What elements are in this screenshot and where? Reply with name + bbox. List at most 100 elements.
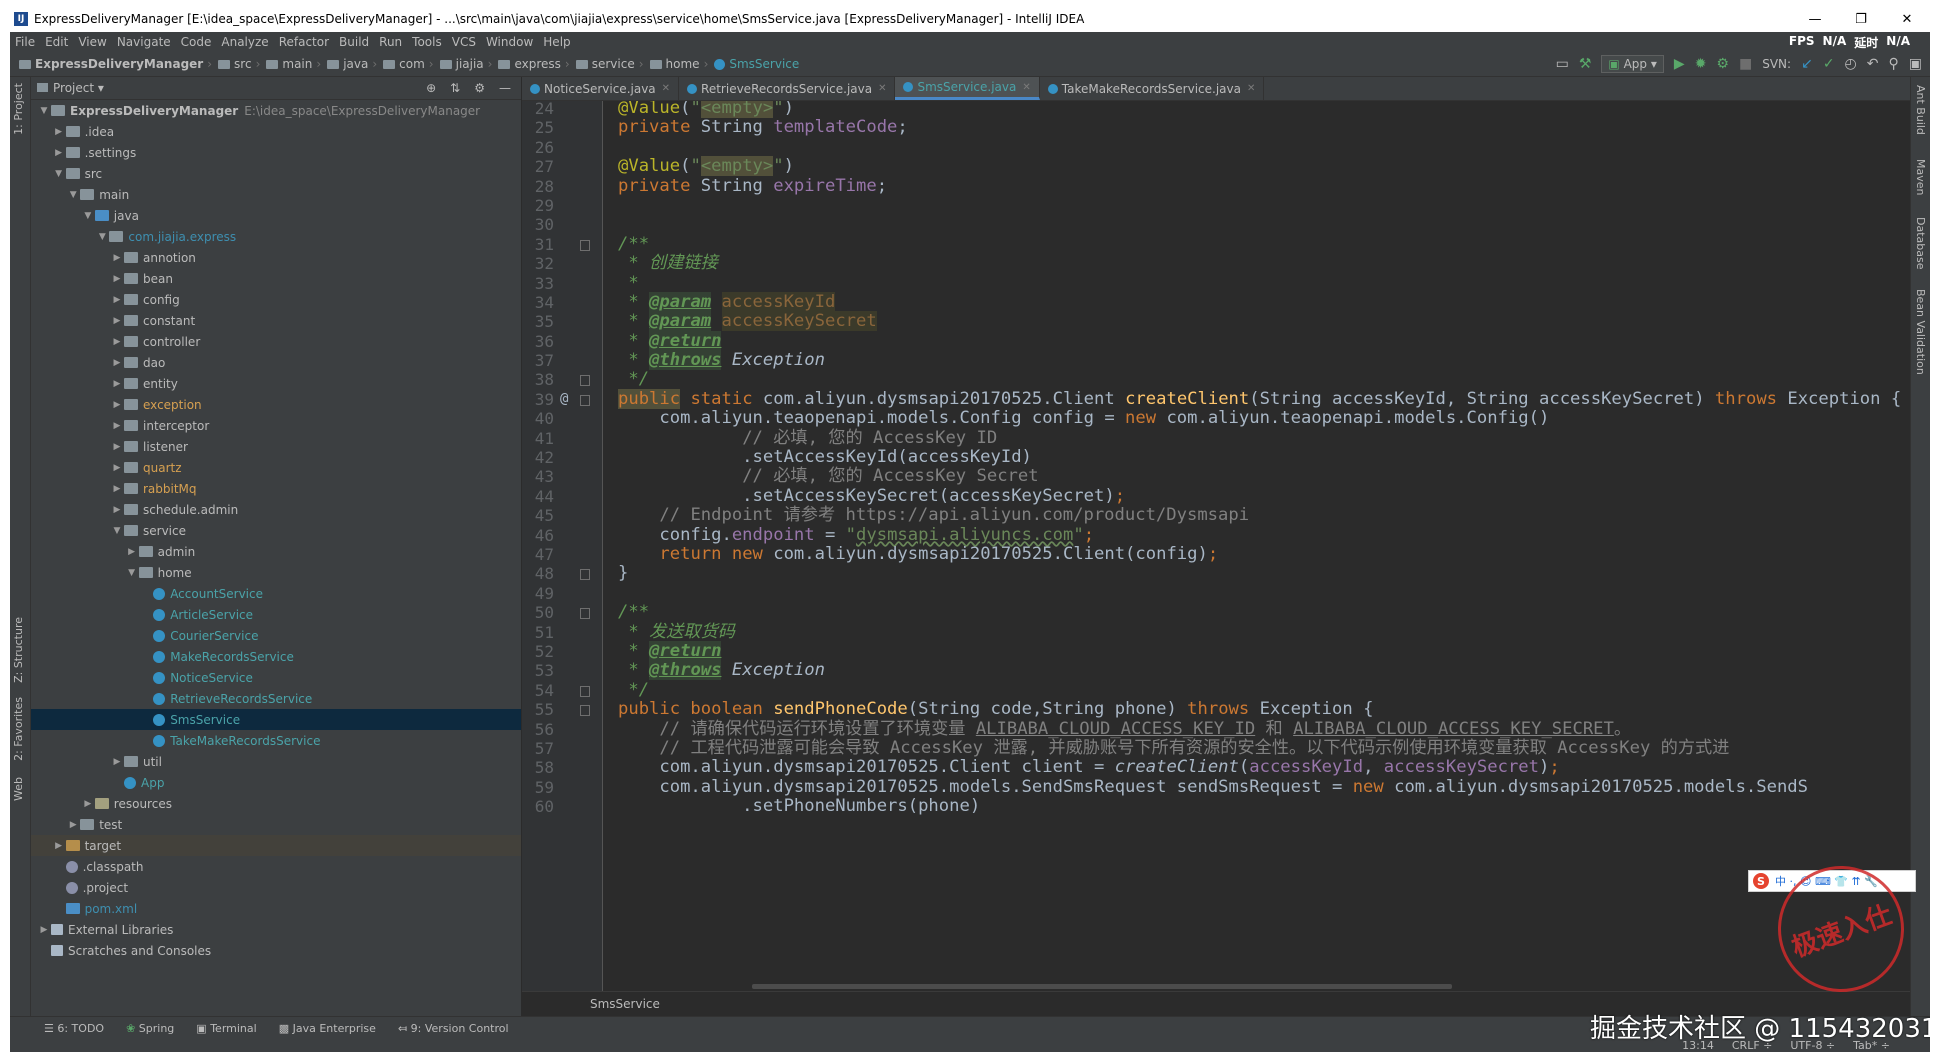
tree-item[interactable]: ▶ admin <box>31 541 521 562</box>
code-line[interactable]: 24 @Value("<empty>") <box>522 101 1910 118</box>
tool-structure[interactable]: Z: Structure <box>12 617 25 683</box>
menu-run[interactable]: Run <box>374 35 407 49</box>
minimize-button[interactable]: — <box>1792 12 1838 27</box>
tree-item[interactable]: TakeMakeRecordsService <box>31 730 521 751</box>
tree-item[interactable]: ▼ ExpressDeliveryManager E:\idea_space\Exp… <box>31 100 521 121</box>
code-line[interactable]: 37 * @throws Exception <box>522 350 1910 371</box>
collapsed-arrow-icon[interactable]: ▶ <box>110 757 124 767</box>
tree-item[interactable]: ▶ target <box>31 835 521 856</box>
code-line[interactable]: 35 * @param accessKeySecret <box>522 311 1910 332</box>
tree-item[interactable]: ▶ config <box>31 289 521 310</box>
breadcrumb-item[interactable]: SmsService <box>711 57 802 71</box>
code-line[interactable]: 59 com.aliyun.dysmsapi20170525.models.Se… <box>522 777 1910 797</box>
menu-code[interactable]: Code <box>176 35 217 49</box>
tree-item[interactable]: ▼ com.jiajia.express <box>31 226 521 247</box>
code-line[interactable]: 56 // 请确保代码运行环境设置了环境变量 ALIBABA_CLOUD_ACC… <box>522 719 1910 739</box>
tree-item[interactable]: ▶ constant <box>31 310 521 331</box>
collapsed-arrow-icon[interactable]: ▶ <box>110 253 124 263</box>
editor-breadcrumb[interactable]: SmsService <box>522 997 660 1011</box>
tree-item[interactable]: ▶ .idea <box>31 121 521 142</box>
menu-vcs[interactable]: VCS <box>447 35 481 49</box>
hide-icon[interactable]: — <box>499 81 511 95</box>
editor-tab[interactable]: NoticeService.java ✕ <box>522 77 680 100</box>
code-line[interactable]: 26 <box>522 138 1910 157</box>
editor-tab[interactable]: SmsService.java ✕ <box>895 77 1040 100</box>
code-line[interactable]: 34 * @param accessKeyId <box>522 291 1910 312</box>
fold-marker-icon[interactable] <box>580 705 590 717</box>
menu-tools[interactable]: Tools <box>407 35 447 49</box>
tool-project[interactable]: 1: Project <box>12 83 25 135</box>
expanded-arrow-icon[interactable]: ▼ <box>37 106 51 116</box>
tree-item[interactable]: ▶ schedule.admin <box>31 499 521 520</box>
tree-item[interactable]: ▶ bean <box>31 268 521 289</box>
code-line[interactable]: 52 * @return <box>522 640 1910 661</box>
expanded-arrow-icon[interactable]: ▼ <box>95 232 109 242</box>
breadcrumb-item[interactable]: java › <box>324 57 380 71</box>
fold-marker-icon[interactable] <box>580 569 590 581</box>
menu-refactor[interactable]: Refactor <box>274 35 334 49</box>
tool-favorites[interactable]: 2: Favorites <box>12 697 25 761</box>
tree-item[interactable]: RetrieveRecordsService <box>31 688 521 709</box>
tree-item[interactable]: ▼ java <box>31 205 521 226</box>
tree-item[interactable]: CourierService <box>31 625 521 646</box>
code-editor[interactable]: 24 @Value("<empty>") 25 private String temp… <box>522 101 1910 991</box>
tool-web[interactable]: Web <box>12 777 25 801</box>
tree-item[interactable]: ▶ .settings <box>31 142 521 163</box>
build-hammer-icon[interactable]: ⚒ <box>1579 56 1592 72</box>
collapsed-arrow-icon[interactable]: ▶ <box>110 379 124 389</box>
fold-marker-icon[interactable] <box>580 685 590 697</box>
menu-analyze[interactable]: Analyze <box>216 35 273 49</box>
tree-item[interactable]: ▶ controller <box>31 331 521 352</box>
collapsed-arrow-icon[interactable]: ▶ <box>66 820 80 830</box>
terminal-tool-button[interactable]: ▣ Terminal <box>196 1022 256 1035</box>
tree-item[interactable]: NoticeService <box>31 667 521 688</box>
close-tab-icon[interactable]: ✕ <box>1022 82 1030 93</box>
todo-tool-button[interactable]: ☰ 6: TODO <box>44 1022 104 1035</box>
tree-item[interactable]: SmsService <box>31 709 521 730</box>
code-line[interactable]: 36 * @return <box>522 330 1910 351</box>
close-tab-icon[interactable]: ✕ <box>878 83 886 94</box>
maximize-button[interactable]: ❐ <box>1838 12 1884 27</box>
tree-item[interactable]: App <box>31 772 521 793</box>
fold-marker-icon[interactable] <box>580 375 590 387</box>
expanded-arrow-icon[interactable]: ▼ <box>81 211 95 221</box>
menu-build[interactable]: Build <box>334 35 374 49</box>
close-window-button[interactable]: ✕ <box>1884 12 1930 27</box>
collapsed-arrow-icon[interactable]: ▶ <box>110 295 124 305</box>
tree-item[interactable]: ▶ dao <box>31 352 521 373</box>
code-line[interactable]: 55 public boolean sendPhoneCode(String co… <box>522 699 1910 719</box>
stop-icon[interactable]: ■ <box>1739 56 1752 72</box>
tree-item[interactable]: Scratches and Consoles <box>31 940 521 961</box>
code-line[interactable]: 50 /** <box>522 602 1910 622</box>
gear-icon[interactable]: ⚙ <box>474 81 485 95</box>
tree-item[interactable]: ▶ interceptor <box>31 415 521 436</box>
tree-item[interactable]: .classpath <box>31 856 521 877</box>
project-view-select[interactable]: Project ▾ <box>31 81 104 95</box>
collapsed-arrow-icon[interactable]: ▶ <box>110 337 124 347</box>
tree-item[interactable]: ArticleService <box>31 604 521 625</box>
ide-icon[interactable]: ▣ <box>1909 56 1922 72</box>
window-icon[interactable]: ▭ <box>1556 56 1569 72</box>
collapsed-arrow-icon[interactable]: ▶ <box>110 421 124 431</box>
breadcrumb-item[interactable]: ExpressDeliveryManager › <box>16 57 215 71</box>
history-icon[interactable]: ◴ <box>1845 56 1857 72</box>
close-tab-icon[interactable]: ✕ <box>1247 83 1255 94</box>
code-line[interactable]: 25 private String templateCode; <box>522 117 1910 137</box>
editor-tab[interactable]: RetrieveRecordsService.java ✕ <box>679 77 896 100</box>
code-line[interactable]: 32 * 创建链接 <box>522 253 1910 273</box>
tree-item[interactable]: ▼ service <box>31 520 521 541</box>
code-line[interactable]: 49 <box>522 584 1910 603</box>
code-line[interactable]: 45 // Endpoint 请参考 https://api.aliyun.co… <box>522 506 1910 526</box>
breadcrumb-item[interactable]: src › <box>215 57 263 71</box>
editor-tab[interactable]: TakeMakeRecordsService.java ✕ <box>1040 77 1265 100</box>
tree-item[interactable]: ▶ test <box>31 814 521 835</box>
code-line[interactable]: 31 /** <box>522 234 1910 254</box>
code-line[interactable]: 47 return new com.aliyun.dysmsapi2017052… <box>522 544 1910 564</box>
expanded-arrow-icon[interactable]: ▼ <box>125 568 139 578</box>
tree-item[interactable]: ▶ exception <box>31 394 521 415</box>
fold-marker-icon[interactable] <box>580 239 590 251</box>
spring-tool-button[interactable]: ❀ Spring <box>126 1022 174 1035</box>
collapsed-arrow-icon[interactable]: ▶ <box>110 463 124 473</box>
tree-item[interactable]: ▶ resources <box>31 793 521 814</box>
menu-view[interactable]: View <box>73 35 111 49</box>
